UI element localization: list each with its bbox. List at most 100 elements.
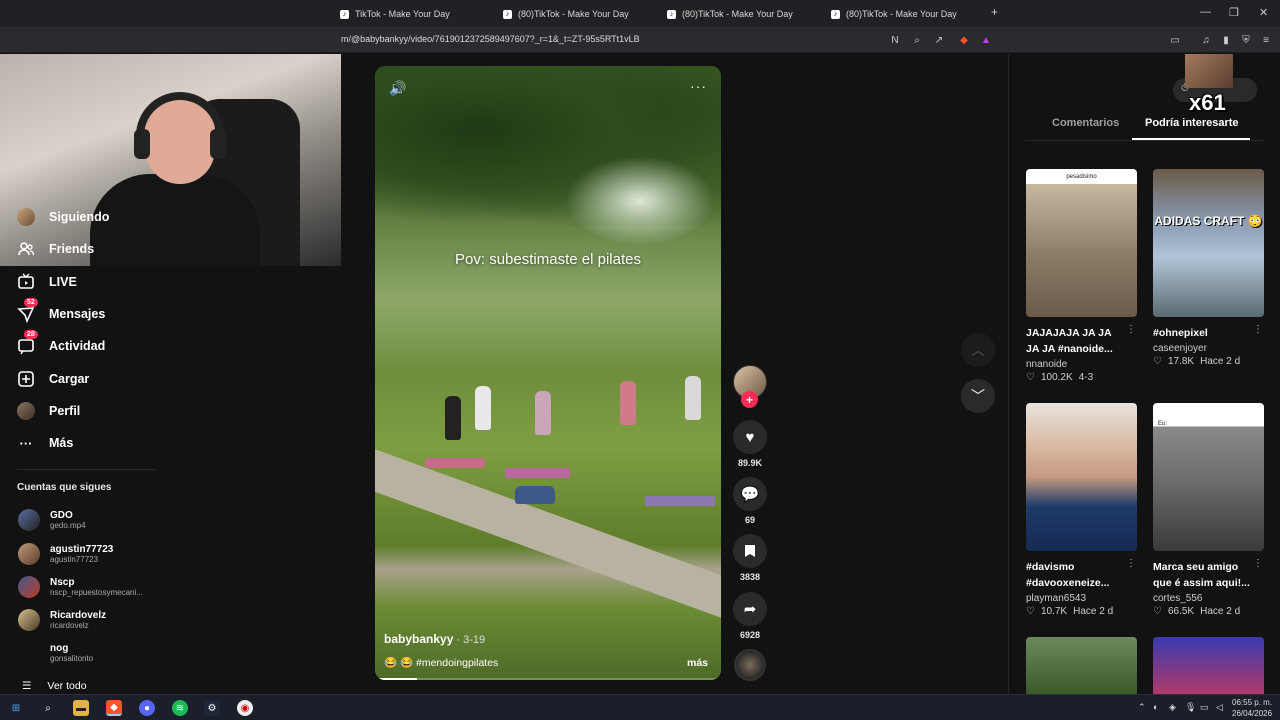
minimize-icon[interactable]: — bbox=[1200, 6, 1211, 18]
nav-item-cargar[interactable]: Cargar bbox=[17, 368, 89, 390]
discord-icon[interactable]: ● bbox=[139, 700, 155, 716]
video-thumbnail[interactable] bbox=[1153, 637, 1264, 694]
windows-start-icon[interactable]: ⊞ bbox=[8, 700, 24, 716]
more-options-icon[interactable]: ··· bbox=[690, 78, 707, 94]
following-account[interactable]: Nscp nscp_repuestosymecani... bbox=[18, 573, 143, 601]
more-options-icon[interactable]: ⋮ bbox=[1253, 324, 1263, 335]
more-options-icon[interactable]: ⋮ bbox=[1253, 558, 1263, 569]
card-user[interactable]: nnanoide bbox=[1026, 359, 1138, 370]
share-icon[interactable]: ↗ bbox=[932, 33, 946, 47]
card-user[interactable]: cortes_556 bbox=[1153, 593, 1265, 604]
video-thumbnail[interactable] bbox=[1026, 637, 1137, 694]
media-icon[interactable]: ♫ bbox=[1199, 33, 1213, 47]
card-title[interactable]: #ohnepixel bbox=[1153, 325, 1253, 341]
card-user[interactable]: playman6543 bbox=[1026, 593, 1138, 604]
follow-plus-icon[interactable]: + bbox=[741, 391, 758, 408]
avatar bbox=[18, 509, 40, 531]
more-options-icon[interactable]: ⋮ bbox=[1126, 324, 1136, 335]
tab-podria-interesarte[interactable]: Podría interesarte bbox=[1145, 117, 1239, 129]
nav-item-perfil[interactable]: Perfil bbox=[17, 400, 80, 422]
tiktok-icon: ♪ bbox=[340, 9, 349, 19]
brave-browser-icon[interactable]: ◆ bbox=[106, 700, 122, 716]
microphone-icon[interactable]: 🎙 bbox=[1185, 702, 1196, 713]
nav-label: Perfil bbox=[49, 404, 81, 418]
save-button[interactable]: 3838 bbox=[733, 534, 767, 582]
video-player[interactable]: 🔊 ··· Pov: subestimaste el pilates babyb… bbox=[375, 66, 721, 680]
zoom-icon[interactable]: ⌕ bbox=[910, 33, 924, 47]
account-username: ricardovelz bbox=[50, 621, 89, 630]
file-explorer-icon[interactable]: ▬ bbox=[73, 700, 89, 716]
video-thumbnail[interactable]: Eu: bbox=[1153, 403, 1264, 551]
nav-item-live[interactable]: LIVE bbox=[17, 271, 77, 293]
next-video-button[interactable]: ﹀ bbox=[961, 379, 995, 413]
recommended-video-card[interactable]: Eu: Marca seu amigo que é assim aqui!...… bbox=[1153, 403, 1265, 617]
brave-shields-icon[interactable]: ◆ bbox=[957, 33, 971, 47]
close-icon[interactable]: ✕ bbox=[1259, 6, 1268, 19]
video-thumbnail[interactable]: pesadisimo bbox=[1026, 169, 1137, 317]
video-author[interactable]: babybankyy · 3-19 bbox=[384, 632, 485, 646]
recommended-video-card[interactable]: ADIDAS CRAFT 😳 #ohnepixel ⋮ caseenjoyer … bbox=[1153, 169, 1265, 367]
following-account[interactable]: Ricardovelz ricardovelz bbox=[18, 606, 106, 634]
system-clock[interactable]: 06:55 p. m. 26/04/2026 bbox=[1232, 697, 1272, 719]
brave-rewards-icon[interactable]: ▲ bbox=[979, 33, 993, 47]
volume-icon[interactable]: 🔊 bbox=[389, 80, 406, 97]
nav-label: Cargar bbox=[49, 372, 90, 386]
profile-icon bbox=[17, 402, 35, 420]
card-stats: ♡ 17.8K Hace 2 d bbox=[1153, 356, 1265, 367]
card-title[interactable]: Marca seu amigo que é assim aqui!... bbox=[1153, 559, 1253, 591]
following-account[interactable]: GDO gedo.mp4 bbox=[18, 506, 86, 534]
sidebar-icon[interactable]: ▮ bbox=[1219, 33, 1233, 47]
restore-icon[interactable]: ❐ bbox=[1229, 6, 1239, 19]
recommended-video-card[interactable]: pesadisimo JAJAJAJA JA JA JA JA #nanoide… bbox=[1026, 169, 1138, 383]
share-button[interactable]: ➦ 6928 bbox=[733, 592, 767, 640]
spotify-icon[interactable]: ≋ bbox=[172, 700, 188, 716]
thumbnail-caption: Eu: bbox=[1158, 421, 1168, 427]
comment-button[interactable]: 💬 69 bbox=[733, 477, 767, 525]
recommended-video-card[interactable]: #davismo #davooxeneize... ⋮ playman6543 … bbox=[1026, 403, 1138, 617]
browser-tab[interactable]: ♪ (80)TikTok - Make Your Day bbox=[831, 4, 957, 24]
video-progress-bar[interactable] bbox=[375, 678, 721, 680]
new-tab-button[interactable]: + bbox=[991, 5, 998, 19]
upload-icon bbox=[17, 370, 35, 388]
see-more-button[interactable]: más bbox=[687, 657, 708, 669]
like-button[interactable]: ♥ 89.9K bbox=[733, 420, 767, 468]
no-translate-icon[interactable]: N bbox=[888, 33, 902, 47]
card-title[interactable]: #davismo #davooxeneize... bbox=[1026, 559, 1126, 591]
video-thumbnail[interactable] bbox=[1026, 403, 1137, 551]
tray-app-icon[interactable]: ◈ bbox=[1169, 702, 1176, 713]
volume-tray-icon[interactable]: ◁ bbox=[1216, 702, 1223, 713]
search-icon[interactable]: ⌕ bbox=[40, 700, 56, 716]
author-name[interactable]: babybankyy bbox=[384, 632, 453, 646]
tab-comentarios[interactable]: Comentarios bbox=[1052, 117, 1119, 129]
tab-label: (80)TikTok - Make Your Day bbox=[682, 9, 793, 19]
tray-app-icon[interactable]: ◐ bbox=[1153, 702, 1158, 712]
cast-icon[interactable]: ▭ bbox=[1168, 33, 1182, 47]
previous-video-button[interactable]: ︿ bbox=[961, 333, 995, 367]
tray-chevron-icon[interactable]: ⌃ bbox=[1138, 702, 1146, 713]
steam-icon[interactable]: ⚙ bbox=[204, 700, 220, 716]
video-thumbnail[interactable]: ADIDAS CRAFT 😳 bbox=[1153, 169, 1264, 317]
card-title[interactable]: JAJAJAJA JA JA JA JA #nanoide... bbox=[1026, 325, 1126, 357]
video-caption[interactable]: 😂 😂 #mendoingpilates bbox=[384, 656, 498, 669]
vpn-icon[interactable]: ⛨ bbox=[1239, 33, 1253, 47]
nav-item-actividad[interactable]: 28 Actividad bbox=[17, 330, 105, 357]
network-icon[interactable]: ▭ bbox=[1200, 702, 1209, 713]
music-disc-icon[interactable] bbox=[734, 649, 766, 681]
browser-tab[interactable]: ♪ (80)TikTok - Make Your Day bbox=[503, 4, 629, 24]
see-all-button[interactable]: ☰ Ver todo bbox=[22, 680, 87, 692]
following-account[interactable]: agustin77723 agustin77723 bbox=[18, 540, 113, 568]
nav-item-mensajes[interactable]: 52 Mensajes bbox=[17, 298, 105, 325]
menu-icon[interactable]: ≡ bbox=[1259, 33, 1273, 47]
nav-item-friends[interactable]: Friends bbox=[17, 238, 94, 260]
tiktok-icon: ♪ bbox=[503, 9, 512, 19]
emote-image bbox=[1185, 54, 1233, 88]
url-field[interactable]: m/@babybankyy/video/7619012372589497607?… bbox=[341, 34, 640, 44]
nav-item-mas[interactable]: ··· Más bbox=[17, 432, 74, 454]
more-options-icon[interactable]: ⋮ bbox=[1126, 558, 1136, 569]
browser-tab[interactable]: ♪ (80)TikTok - Make Your Day bbox=[667, 4, 793, 24]
browser-tab[interactable]: ♪ TikTok - Make Your Day bbox=[340, 4, 450, 24]
following-account[interactable]: nog gonsalitonto bbox=[18, 639, 93, 667]
card-user[interactable]: caseenjoyer bbox=[1153, 343, 1265, 354]
nav-item-siguiendo[interactable]: Siguiendo bbox=[17, 206, 109, 228]
obs-icon[interactable]: ◉ bbox=[237, 700, 253, 716]
